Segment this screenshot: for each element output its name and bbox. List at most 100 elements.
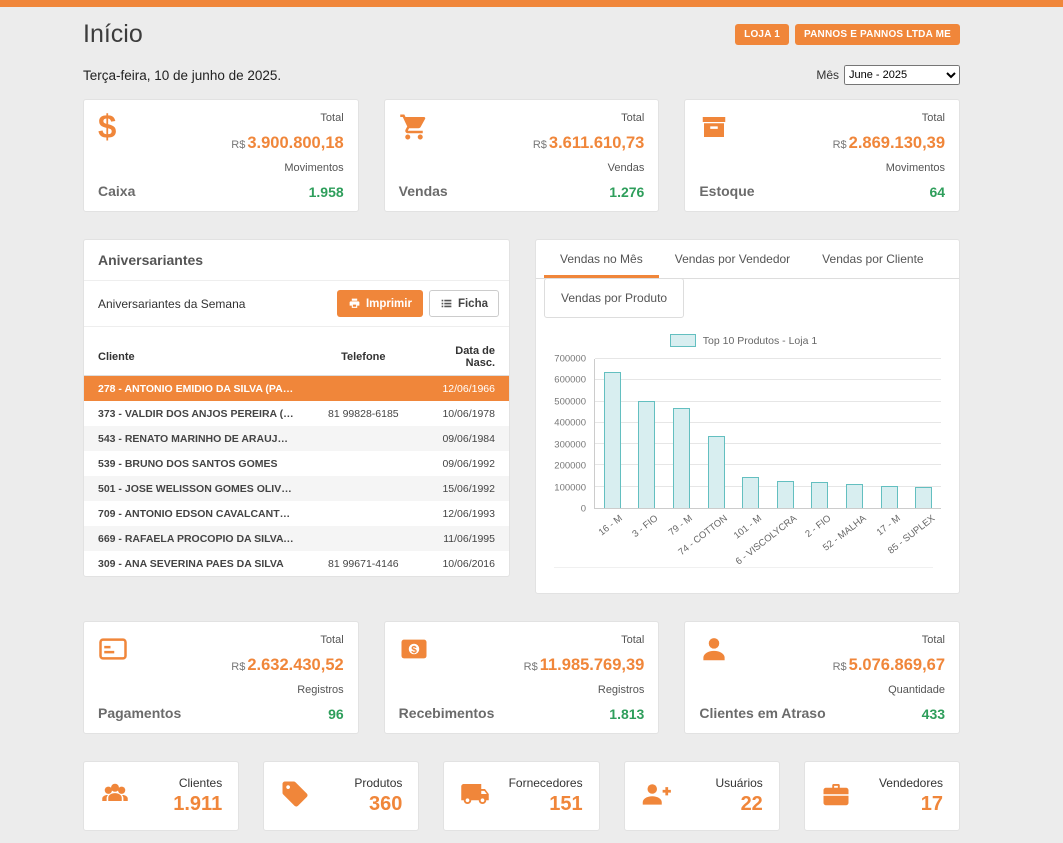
truck-icon bbox=[460, 779, 490, 814]
chart-bar[interactable] bbox=[742, 477, 759, 508]
ficha-button[interactable]: Ficha bbox=[429, 290, 499, 317]
mini-card-fornecedores: Fornecedores 151 bbox=[443, 761, 599, 831]
tab-vendas-no-mes[interactable]: Vendas no Mês bbox=[544, 240, 659, 278]
tab-vendas-por-vendedor[interactable]: Vendas por Vendedor bbox=[659, 240, 806, 278]
birthday-row[interactable]: 669 - RAFAELA PROCOPIO DA SILVA CA...11/… bbox=[84, 526, 509, 551]
birthday-cell: 501 - JOSE WELISSON GOMES OLIVEIR... bbox=[84, 476, 309, 501]
birthday-row[interactable]: 539 - BRUNO DOS SANTOS GOMES09/06/1992 bbox=[84, 451, 509, 476]
mini-card-value: 1.911 bbox=[173, 793, 222, 816]
birthday-cell: 09/06/1984 bbox=[418, 426, 509, 451]
count-label: Vendas bbox=[533, 162, 645, 174]
birthdays-table: Cliente Telefone Data de Nasc. 278 - ANT… bbox=[84, 339, 509, 576]
chart-bar[interactable] bbox=[708, 436, 725, 508]
birthdays-panel: Aniversariantes Aniversariantes da Seman… bbox=[83, 239, 510, 577]
y-tick-label: 100000 bbox=[554, 482, 586, 493]
chart-x-axis: 16 - M3 - FIO79 - M74 - COTTON101 - M6 -… bbox=[594, 509, 941, 567]
birthdays-title: Aniversariantes bbox=[84, 240, 509, 281]
birthday-cell: 539 - BRUNO DOS SANTOS GOMES bbox=[84, 451, 309, 476]
sales-tabs: Vendas no Mês Vendas por Vendedor Vendas… bbox=[536, 240, 959, 279]
summary-row: Clientes 1.911 Produtos 360 Fornecedores… bbox=[83, 761, 960, 831]
birthday-row[interactable]: 278 - ANTONIO EMIDIO DA SILVA (PALE...12… bbox=[84, 376, 509, 402]
chart-bar[interactable] bbox=[811, 482, 828, 508]
x-tick-label: 17 - M bbox=[875, 513, 903, 538]
birthday-cell: 278 - ANTONIO EMIDIO DA SILVA (PALE... bbox=[84, 376, 309, 402]
people-icon bbox=[100, 779, 130, 814]
print-button[interactable]: Imprimir bbox=[337, 290, 423, 317]
bottom-stats-row: Pagamentos Total R$2.632.430,52 Registro… bbox=[83, 621, 960, 734]
chart-bar[interactable] bbox=[673, 408, 690, 508]
stat-card-title: Pagamentos bbox=[98, 705, 181, 721]
birthday-cell bbox=[309, 501, 418, 526]
count-label: Registros bbox=[231, 684, 343, 696]
mini-card-vendedores: Vendedores 17 bbox=[804, 761, 960, 831]
birthday-row[interactable]: 373 - VALDIR DOS ANJOS PEREIRA (AN...81 … bbox=[84, 401, 509, 426]
chart-legend: Top 10 Produtos - Loja 1 bbox=[546, 334, 941, 347]
mini-card-usuarios: Usuários 22 bbox=[624, 761, 780, 831]
birthday-row[interactable]: 543 - RENATO MARINHO DE ARAUJO (F...09/0… bbox=[84, 426, 509, 451]
birthday-cell bbox=[309, 451, 418, 476]
col-cliente: Cliente bbox=[84, 339, 309, 376]
birthday-row[interactable]: 709 - ANTONIO EDSON CAVALCANTE D...12/06… bbox=[84, 501, 509, 526]
mini-card-label: Usuários bbox=[715, 776, 762, 790]
total-amount: R$3.900.800,18 bbox=[231, 135, 343, 152]
mini-card-value: 22 bbox=[715, 793, 762, 816]
chart-bar[interactable] bbox=[915, 487, 932, 508]
count-label: Quantidade bbox=[833, 684, 945, 696]
person-icon bbox=[699, 634, 733, 668]
mini-card-label: Clientes bbox=[173, 776, 222, 790]
mini-card-label: Produtos bbox=[354, 776, 402, 790]
chart-bar[interactable] bbox=[846, 484, 863, 508]
page-title: Início bbox=[83, 20, 143, 49]
stat-card-recebimentos: $ Recebimentos Total R$11.985.769,39 Reg… bbox=[384, 621, 660, 734]
month-select[interactable]: June - 2025 bbox=[844, 65, 960, 85]
total-amount: R$2.632.430,52 bbox=[231, 657, 343, 674]
chart-bar[interactable] bbox=[777, 481, 794, 508]
count-label: Registros bbox=[524, 684, 645, 696]
stat-card-estoque: Estoque Total R$2.869.130,39 Movimentos … bbox=[684, 99, 960, 212]
chart-bar[interactable] bbox=[638, 401, 655, 508]
total-label: Total bbox=[231, 634, 343, 646]
sales-panel: Vendas no Mês Vendas por Vendedor Vendas… bbox=[535, 239, 960, 594]
y-tick-label: 700000 bbox=[554, 354, 586, 365]
birthday-cell: 309 - ANA SEVERINA PAES DA SILVA bbox=[84, 551, 309, 576]
briefcase-icon bbox=[821, 779, 851, 814]
total-label: Total bbox=[231, 112, 343, 124]
credit-card-icon bbox=[98, 634, 132, 668]
count-value: 1.276 bbox=[533, 185, 645, 199]
mini-card-value: 17 bbox=[879, 793, 943, 816]
stat-card-title: Caixa bbox=[98, 183, 135, 199]
total-amount: R$3.611.610,73 bbox=[533, 135, 645, 152]
y-tick-label: 0 bbox=[581, 504, 586, 515]
stat-card-title: Recebimentos bbox=[399, 705, 495, 721]
y-tick-label: 200000 bbox=[554, 461, 586, 472]
store-badge[interactable]: LOJA 1 bbox=[735, 24, 789, 45]
birthday-cell: 373 - VALDIR DOS ANJOS PEREIRA (AN... bbox=[84, 401, 309, 426]
chart-bar[interactable] bbox=[881, 486, 898, 508]
total-amount: R$5.076.869,67 bbox=[833, 657, 945, 674]
company-badge[interactable]: PANNOS E PANNOS LTDA ME bbox=[795, 24, 960, 45]
birthday-cell: 10/06/2016 bbox=[418, 551, 509, 576]
chart-footer-divider bbox=[554, 567, 933, 577]
stat-card-title: Estoque bbox=[699, 183, 754, 199]
tab-vendas-por-produto[interactable]: Vendas por Produto bbox=[544, 278, 684, 318]
chart-plot-area bbox=[594, 359, 941, 509]
total-label: Total bbox=[833, 634, 945, 646]
top-accent-bar bbox=[0, 0, 1063, 7]
birthday-row[interactable]: 309 - ANA SEVERINA PAES DA SILVA81 99671… bbox=[84, 551, 509, 576]
total-label: Total bbox=[833, 112, 945, 124]
svg-text:$: $ bbox=[411, 645, 417, 656]
birthday-cell: 10/06/1978 bbox=[418, 401, 509, 426]
chart-title: Top 10 Produtos - Loja 1 bbox=[703, 335, 817, 347]
tab-vendas-por-cliente[interactable]: Vendas por Cliente bbox=[806, 240, 939, 278]
birthday-cell: 81 99828-6185 bbox=[309, 401, 418, 426]
x-tick-label: 79 - M bbox=[667, 513, 695, 538]
mini-card-produtos: Produtos 360 bbox=[263, 761, 419, 831]
month-label: Mês bbox=[816, 68, 839, 82]
stat-card-caixa: $ Caixa Total R$3.900.800,18 Movimentos … bbox=[83, 99, 359, 212]
mini-card-value: 360 bbox=[354, 793, 402, 816]
chart-bar[interactable] bbox=[604, 372, 621, 508]
birthday-cell bbox=[309, 426, 418, 451]
birthday-cell: 669 - RAFAELA PROCOPIO DA SILVA CA... bbox=[84, 526, 309, 551]
birthday-cell bbox=[309, 376, 418, 402]
birthday-row[interactable]: 501 - JOSE WELISSON GOMES OLIVEIR...15/0… bbox=[84, 476, 509, 501]
